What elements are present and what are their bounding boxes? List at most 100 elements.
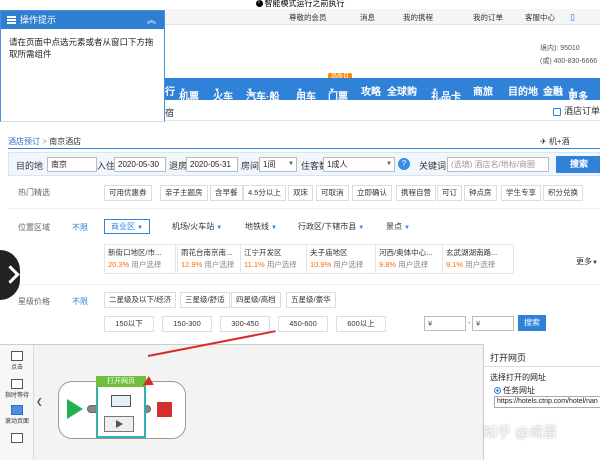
help-icon[interactable]: ? [398,158,410,170]
tool-wait[interactable]: 指时等待 [4,379,30,399]
expand-arrow-icon[interactable] [0,250,20,300]
area-name: 新街口地区/市... [108,248,162,257]
play-icon[interactable] [104,416,134,432]
tab-airport-station[interactable]: 机场/火车站 ▼ [172,221,222,232]
area-pct: 9.1% [446,260,464,269]
rooms-select[interactable]: 1间 ▼ [259,157,297,172]
nav-item-global-shop[interactable]: 全球购 [387,83,417,98]
star-level-5[interactable]: 五星级/豪华 [286,292,336,308]
chip-rating[interactable]: 4.5分以上 [243,185,286,201]
url-input[interactable]: https://hotels.ctrip.com/hotel/nan [494,396,600,408]
more-areas[interactable]: 更多▼ [576,256,598,267]
tab-metro[interactable]: 地铁线 ▼ [245,221,277,232]
chevron-down-icon: ▼ [404,225,410,231]
phone-domestic: 境内): 95010 [540,45,580,52]
topbar-my-ctrip[interactable]: 我的携程 [403,12,433,23]
area-name: 玄武湖湖南路... [446,248,498,257]
nav-item-finance[interactable]: 金融 [543,83,563,98]
chip-instant-confirm[interactable]: 立即确认 [352,185,392,201]
tab-business-district[interactable]: 商业区 ▼ [104,219,150,234]
chip-ctrip-owned[interactable]: 携程自营 [396,185,436,201]
area-pct: 11.1% [244,260,265,269]
search-button[interactable]: 搜索 [556,156,600,173]
tool-scroll[interactable]: 滚动页面 [4,405,30,425]
scroll-icon [11,405,23,415]
tab-district[interactable]: 行政区/下辖市县 ▼ [298,221,364,232]
keyword-input[interactable]: (选填) 酒店名/地标/商圈 [447,157,549,172]
banner-text: 智能模式运行之前执行 [264,0,345,8]
star-level-2[interactable]: 二星级及以下/经济 [104,292,177,308]
price-range[interactable]: 150-300 [162,316,212,332]
price-range[interactable]: 150以下 [104,316,154,332]
area-pct: 10.9% [310,260,332,269]
guests-select[interactable]: 1成人 ▼ [323,157,395,172]
star-level-4[interactable]: 四星级/高档 [231,292,281,308]
price-search-button[interactable]: 搜索 [518,315,546,331]
area-users: 用户选择 [131,260,162,269]
area-option[interactable]: 夫子庙地区 10.9% 用户选择 [306,244,378,274]
flight-hotel-link[interactable]: ✈ 机+酒 [540,136,570,147]
nav-item-destination[interactable]: 目的地 [508,83,538,98]
nav-item-guides[interactable]: 攻略 [361,83,381,98]
hotel-subnav: 宿 酒店订单 [165,101,600,121]
chevron-down-icon: ▼ [288,161,294,167]
chip-coupon[interactable]: 可用优惠券 [104,185,152,201]
stars-nolimit[interactable]: 不限 [72,296,88,307]
nav-item-travel[interactable]: 行 [165,83,175,98]
chip-breakfast[interactable]: 含早餐 [210,185,243,201]
topbar-orders[interactable]: 我的订单 [473,12,503,23]
tool-click[interactable]: 点击 [4,351,30,371]
topbar-member[interactable]: 尊敬的会员 [289,12,327,23]
nav-item-business[interactable]: 商旅 [473,83,493,98]
phone-icon[interactable]: ▯ [570,12,575,23]
start-icon[interactable] [67,399,83,419]
price-range[interactable]: 600以上 [336,316,386,332]
area-pct: 20.3% [108,260,130,269]
breadcrumb-root[interactable]: 酒店预订 [8,137,40,146]
topbar-messages[interactable]: 消息 [360,12,375,23]
chip-family-room[interactable]: 亲子主题房 [160,185,208,201]
min-price-input[interactable]: ¥ [424,316,466,331]
location-nolimit[interactable]: 不限 [72,222,88,233]
chevron-down-icon: ▼ [592,260,598,266]
stop-icon[interactable] [157,402,172,417]
chip-bookable[interactable]: 可订 [437,185,462,201]
checkout-input[interactable]: 2020-05-31 [186,157,238,172]
area-option[interactable]: 河西/奥体中心... 9.8% 用户选择 [375,244,447,274]
breadcrumb-current: 南京酒店 [49,137,82,146]
tool-palette: 点击 指时等待 滚动页面 [0,345,34,460]
area-users: 用户选择 [398,260,429,269]
subnav-hotel[interactable]: 宿 [165,106,174,119]
page-icon [11,433,23,443]
topbar-service[interactable]: 客服中心 [525,12,555,23]
chevron-left-icon[interactable]: ❮ [36,397,43,406]
checkin-input[interactable]: 2020-05-30 [114,157,166,172]
task-url-radio[interactable]: 任务网址 [494,385,535,396]
chip-cancellable[interactable]: 可取消 [316,185,349,201]
chip-twin-bed[interactable]: 双床 [288,185,313,201]
chevron-down-icon: ▼ [216,225,223,231]
chip-hourly[interactable]: 钟点房 [464,185,497,201]
hotel-orders[interactable]: 酒店订单 [552,104,600,117]
max-price-input[interactable]: ¥ [472,316,514,331]
click-icon [11,351,23,361]
tab-attractions[interactable]: 景点 ▼ [386,221,410,232]
area-option[interactable]: 雨花台南京南... 12.9% 用户选择 [177,244,249,274]
area-option[interactable]: 新街口地区/市... 20.3% 用户选择 [104,244,176,274]
chip-points[interactable]: 积分兑换 [543,185,583,201]
area-option[interactable]: 玄武湖湖南路... 9.1% 用户选择 [442,244,514,274]
chevron-down-icon: ▼ [137,225,143,231]
checkout-label: 退房 [169,161,188,171]
price-range[interactable]: 450-600 [278,316,328,332]
area-users: 用户选择 [204,260,235,269]
radio-icon [494,387,501,395]
chip-student[interactable]: 学生专享 [501,185,541,201]
divider [8,208,600,209]
collapse-icon[interactable]: ︽ [147,11,156,29]
area-option[interactable]: 江宁开发区 11.1% 用户选择 [240,244,312,274]
price-range[interactable]: 300-450 [220,316,270,332]
wait-icon [11,379,23,389]
tool-more[interactable] [4,433,30,444]
destination-input[interactable]: 南京 [47,157,97,172]
star-level-3[interactable]: 三星级/舒适 [180,292,230,308]
